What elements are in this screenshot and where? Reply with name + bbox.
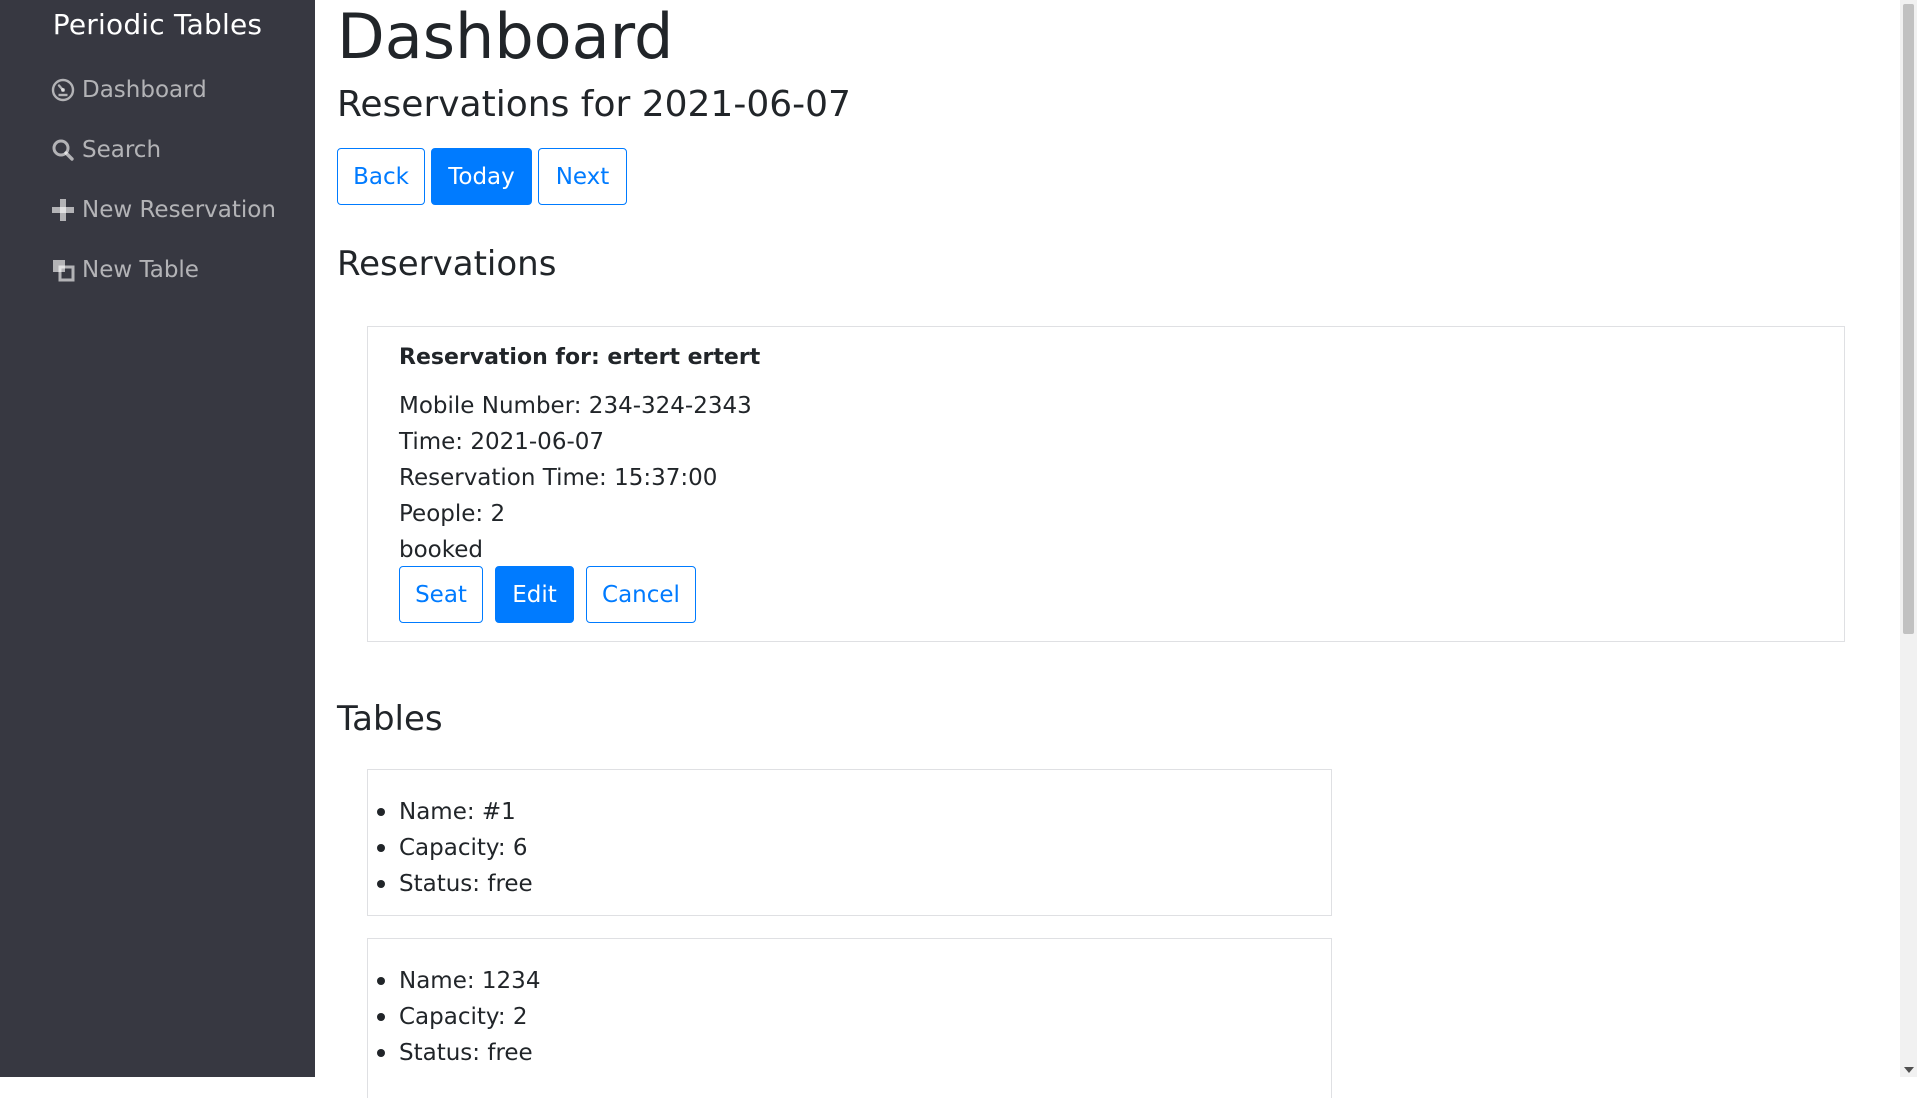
next-button[interactable]: Next: [538, 148, 627, 205]
plus-icon: [50, 197, 76, 223]
table-details-list: Name: #1 Capacity: 6 Status: free: [368, 794, 533, 902]
sidebar: Periodic Tables Dashboard Search New Res…: [0, 0, 315, 1077]
table-card: Name: 1234 Capacity: 2 Status: free: [367, 938, 1332, 1098]
today-button[interactable]: Today: [431, 148, 532, 205]
sidebar-item-label: New Table: [82, 257, 199, 283]
dashboard-icon: [50, 77, 76, 103]
table-name: Name: #1: [377, 794, 533, 830]
table-status: Status: free: [377, 866, 533, 902]
reservation-time: Reservation Time: 15:37:00: [399, 465, 718, 491]
edit-button[interactable]: Edit: [495, 566, 574, 623]
page-title: Dashboard: [337, 0, 674, 73]
reservation-status: booked: [399, 537, 483, 563]
table-details-list: Name: 1234 Capacity: 2 Status: free: [368, 963, 540, 1071]
reservation-name: Reservation for: ertert ertert: [399, 345, 761, 370]
table-status: Status: free: [376, 1035, 540, 1071]
sidebar-item-new-reservation[interactable]: New Reservation: [50, 190, 276, 230]
seat-button[interactable]: Seat: [399, 566, 483, 623]
sidebar-item-dashboard[interactable]: Dashboard: [50, 70, 207, 110]
table-name: Name: 1234: [376, 963, 540, 999]
table-capacity: Capacity: 6: [377, 830, 533, 866]
reservation-card: Reservation for: ertert ertert Mobile Nu…: [367, 326, 1845, 642]
back-button[interactable]: Back: [337, 148, 425, 205]
search-icon: [50, 137, 76, 163]
sidebar-item-new-table[interactable]: New Table: [50, 250, 199, 290]
brand-title[interactable]: Periodic Tables: [0, 8, 315, 41]
reservation-mobile: Mobile Number: 234-324-2343: [399, 393, 752, 419]
layers-icon: [50, 257, 76, 283]
reservations-heading: Reservations: [337, 244, 557, 284]
vertical-scrollbar[interactable]: [1900, 0, 1917, 1077]
sidebar-item-label: Search: [82, 137, 162, 163]
reservations-date-heading: Reservations for 2021-06-07: [337, 84, 851, 125]
sidebar-item-label: New Reservation: [82, 197, 276, 223]
reservation-date: Time: 2021-06-07: [399, 429, 605, 455]
tables-heading: Tables: [337, 699, 443, 739]
sidebar-item-label: Dashboard: [82, 77, 207, 103]
table-card: Name: #1 Capacity: 6 Status: free: [367, 769, 1332, 916]
sidebar-item-search[interactable]: Search: [50, 130, 161, 170]
main-content: Dashboard Reservations for 2021-06-07 Ba…: [337, 0, 1877, 1098]
scroll-down-arrow-icon[interactable]: [1904, 1067, 1914, 1073]
reservation-people: People: 2: [399, 501, 506, 527]
cancel-button[interactable]: Cancel: [586, 566, 696, 623]
scrollbar-thumb[interactable]: [1903, 4, 1914, 634]
table-capacity: Capacity: 2: [376, 999, 540, 1035]
